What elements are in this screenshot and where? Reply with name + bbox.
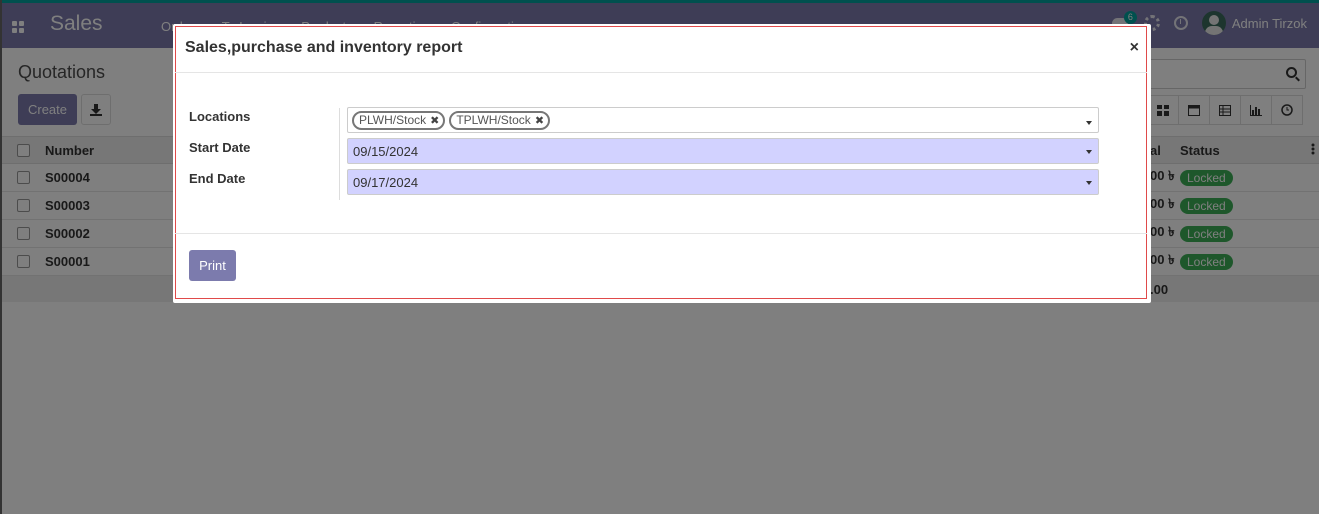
field-separator bbox=[339, 108, 340, 200]
chevron-down-icon[interactable] bbox=[1086, 121, 1092, 125]
start-date-label: Start Date bbox=[189, 140, 251, 155]
end-date-label: End Date bbox=[189, 171, 246, 186]
window-left-edge bbox=[0, 0, 2, 514]
dialog-title: Sales,purchase and inventory report bbox=[185, 39, 463, 56]
start-date-field[interactable]: 09/15/2024 bbox=[347, 138, 1099, 164]
end-date-field[interactable]: 09/17/2024 bbox=[347, 169, 1099, 195]
close-icon[interactable]: × bbox=[1130, 39, 1139, 57]
location-tag-label: TPLWH/Stock bbox=[456, 113, 531, 127]
locations-label: Locations bbox=[189, 109, 251, 124]
print-button[interactable]: Print bbox=[189, 250, 236, 281]
remove-tag-icon[interactable]: ✖ bbox=[430, 114, 439, 127]
dialog-header-divider bbox=[175, 72, 1147, 73]
location-tag: TPLWH/Stock ✖ bbox=[449, 110, 551, 130]
end-date-value: 09/17/2024 bbox=[353, 174, 419, 190]
remove-tag-icon[interactable]: ✖ bbox=[535, 114, 544, 127]
dialog-footer-divider bbox=[175, 233, 1147, 234]
location-tag: PLWH/Stock ✖ bbox=[352, 110, 446, 130]
location-tag-label: PLWH/Stock bbox=[359, 113, 427, 127]
report-dialog: Sales,purchase and inventory report × Lo… bbox=[173, 24, 1151, 303]
locations-field[interactable]: PLWH/Stock ✖ TPLWH/Stock ✖ bbox=[347, 107, 1099, 133]
start-date-value: 09/15/2024 bbox=[353, 143, 419, 159]
chevron-down-icon[interactable] bbox=[1086, 150, 1092, 154]
chevron-down-icon[interactable] bbox=[1086, 181, 1092, 185]
